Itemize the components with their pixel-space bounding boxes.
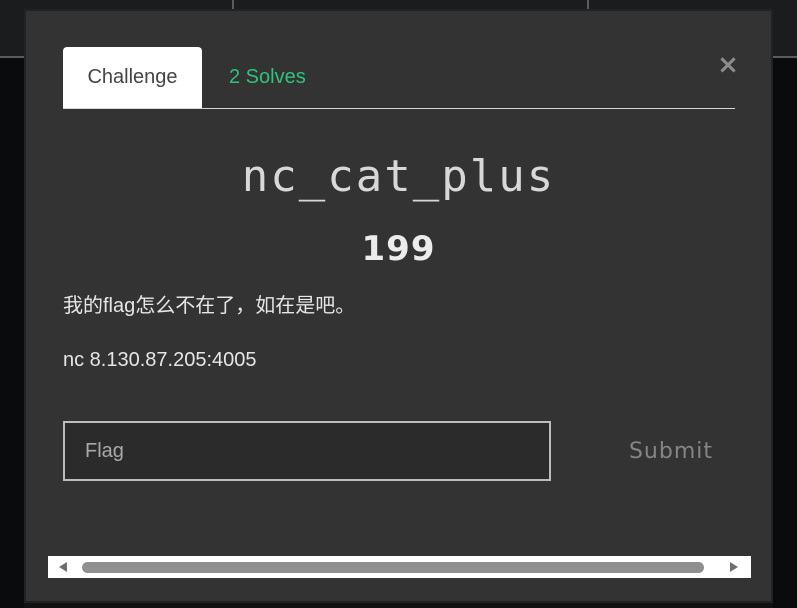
submit-button[interactable]: Submit bbox=[616, 431, 726, 471]
tab-challenge[interactable]: Challenge bbox=[63, 47, 202, 108]
challenge-description-line: 我的flag怎么不在了，如在是吧。 bbox=[63, 295, 356, 317]
background-right-strip bbox=[773, 58, 797, 608]
challenge-connection-info: nc 8.130.87.205:4005 bbox=[63, 349, 257, 371]
background-left-strip bbox=[0, 58, 24, 608]
flag-input[interactable] bbox=[63, 421, 551, 481]
scroll-right-arrow-icon[interactable] bbox=[727, 560, 741, 574]
horizontal-scrollbar[interactable] bbox=[48, 556, 751, 578]
modal-tabs: Challenge 2 Solves bbox=[63, 47, 735, 109]
scroll-left-arrow-icon[interactable] bbox=[56, 560, 70, 574]
tab-solves[interactable]: 2 Solves bbox=[229, 47, 349, 108]
challenge-modal: × Challenge 2 Solves nc_cat_plus 199 我的f… bbox=[24, 9, 773, 603]
challenge-value: 199 bbox=[361, 229, 436, 269]
scrollbar-thumb[interactable] bbox=[82, 562, 704, 573]
challenge-name: nc_cat_plus bbox=[241, 151, 556, 202]
